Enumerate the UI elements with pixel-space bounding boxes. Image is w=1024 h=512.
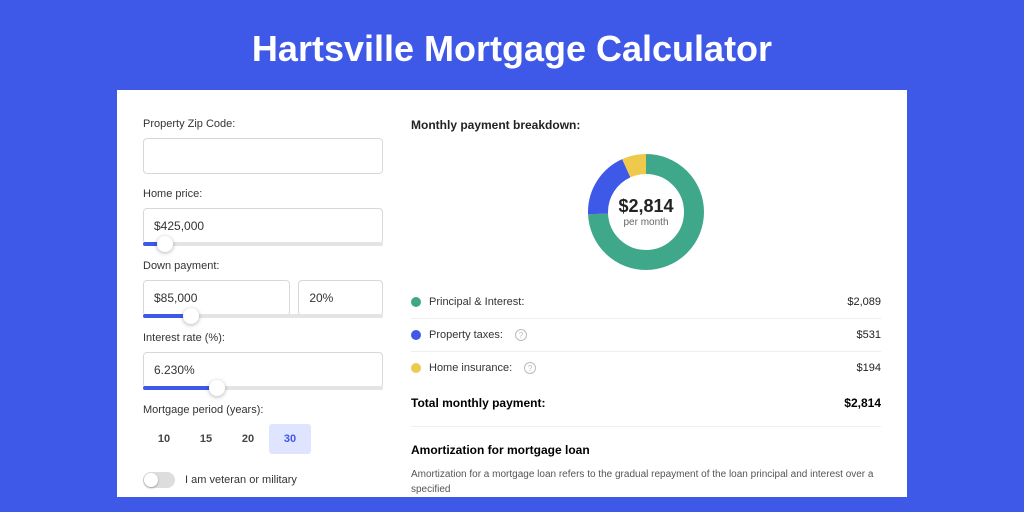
legend-value: $2,089 xyxy=(847,296,881,308)
breakdown-panel: Monthly payment breakdown: $2,814 per mo… xyxy=(411,118,881,497)
total-value: $2,814 xyxy=(844,396,881,410)
zip-label: Property Zip Code: xyxy=(143,118,383,130)
legend-label: Property taxes: xyxy=(429,329,503,341)
legend-row: Home insurance:? $194 xyxy=(411,352,881,384)
legend-label: Home insurance: xyxy=(429,362,512,374)
period-label: Mortgage period (years): xyxy=(143,404,383,416)
info-icon[interactable]: ? xyxy=(515,329,527,341)
amortization-text: Amortization for a mortgage loan refers … xyxy=(411,467,881,497)
info-icon[interactable]: ? xyxy=(524,362,536,374)
inputs-panel: Property Zip Code: Home price: Down paym… xyxy=(143,118,383,497)
down-pct-input[interactable] xyxy=(298,280,383,316)
rate-slider[interactable] xyxy=(143,386,383,390)
payment-donut-chart: $2,814 per month xyxy=(582,148,710,276)
period-option-15[interactable]: 15 xyxy=(185,424,227,454)
period-option-20[interactable]: 20 xyxy=(227,424,269,454)
total-label: Total monthly payment: xyxy=(411,396,545,410)
rate-label: Interest rate (%): xyxy=(143,332,383,344)
down-label: Down payment: xyxy=(143,260,383,272)
breakdown-title: Monthly payment breakdown: xyxy=(411,118,881,132)
veteran-toggle[interactable] xyxy=(143,472,175,488)
legend-dot xyxy=(411,330,421,340)
price-slider[interactable] xyxy=(143,242,383,246)
price-input[interactable] xyxy=(143,208,383,244)
legend-dot xyxy=(411,297,421,307)
slider-thumb[interactable] xyxy=(183,308,199,324)
period-option-30[interactable]: 30 xyxy=(269,424,311,454)
down-slider[interactable] xyxy=(143,314,383,318)
legend-label: Principal & Interest: xyxy=(429,296,524,308)
amortization-title: Amortization for mortgage loan xyxy=(411,443,881,457)
period-option-10[interactable]: 10 xyxy=(143,424,185,454)
veteran-label: I am veteran or military xyxy=(185,474,297,486)
page-title: Hartsville Mortgage Calculator xyxy=(0,0,1024,90)
donut-total-value: $2,814 xyxy=(618,196,673,217)
slider-thumb[interactable] xyxy=(157,236,173,252)
down-amount-input[interactable] xyxy=(143,280,290,316)
slider-thumb[interactable] xyxy=(209,380,225,396)
rate-input[interactable] xyxy=(143,352,383,388)
legend-row: Property taxes:? $531 xyxy=(411,319,881,352)
legend-value: $194 xyxy=(857,362,881,374)
legend-row: Principal & Interest: $2,089 xyxy=(411,286,881,319)
legend-value: $531 xyxy=(857,329,881,341)
zip-input[interactable] xyxy=(143,138,383,174)
donut-sub-label: per month xyxy=(623,217,668,228)
price-label: Home price: xyxy=(143,188,383,200)
calculator-card: Property Zip Code: Home price: Down paym… xyxy=(117,90,907,497)
legend-dot xyxy=(411,363,421,373)
